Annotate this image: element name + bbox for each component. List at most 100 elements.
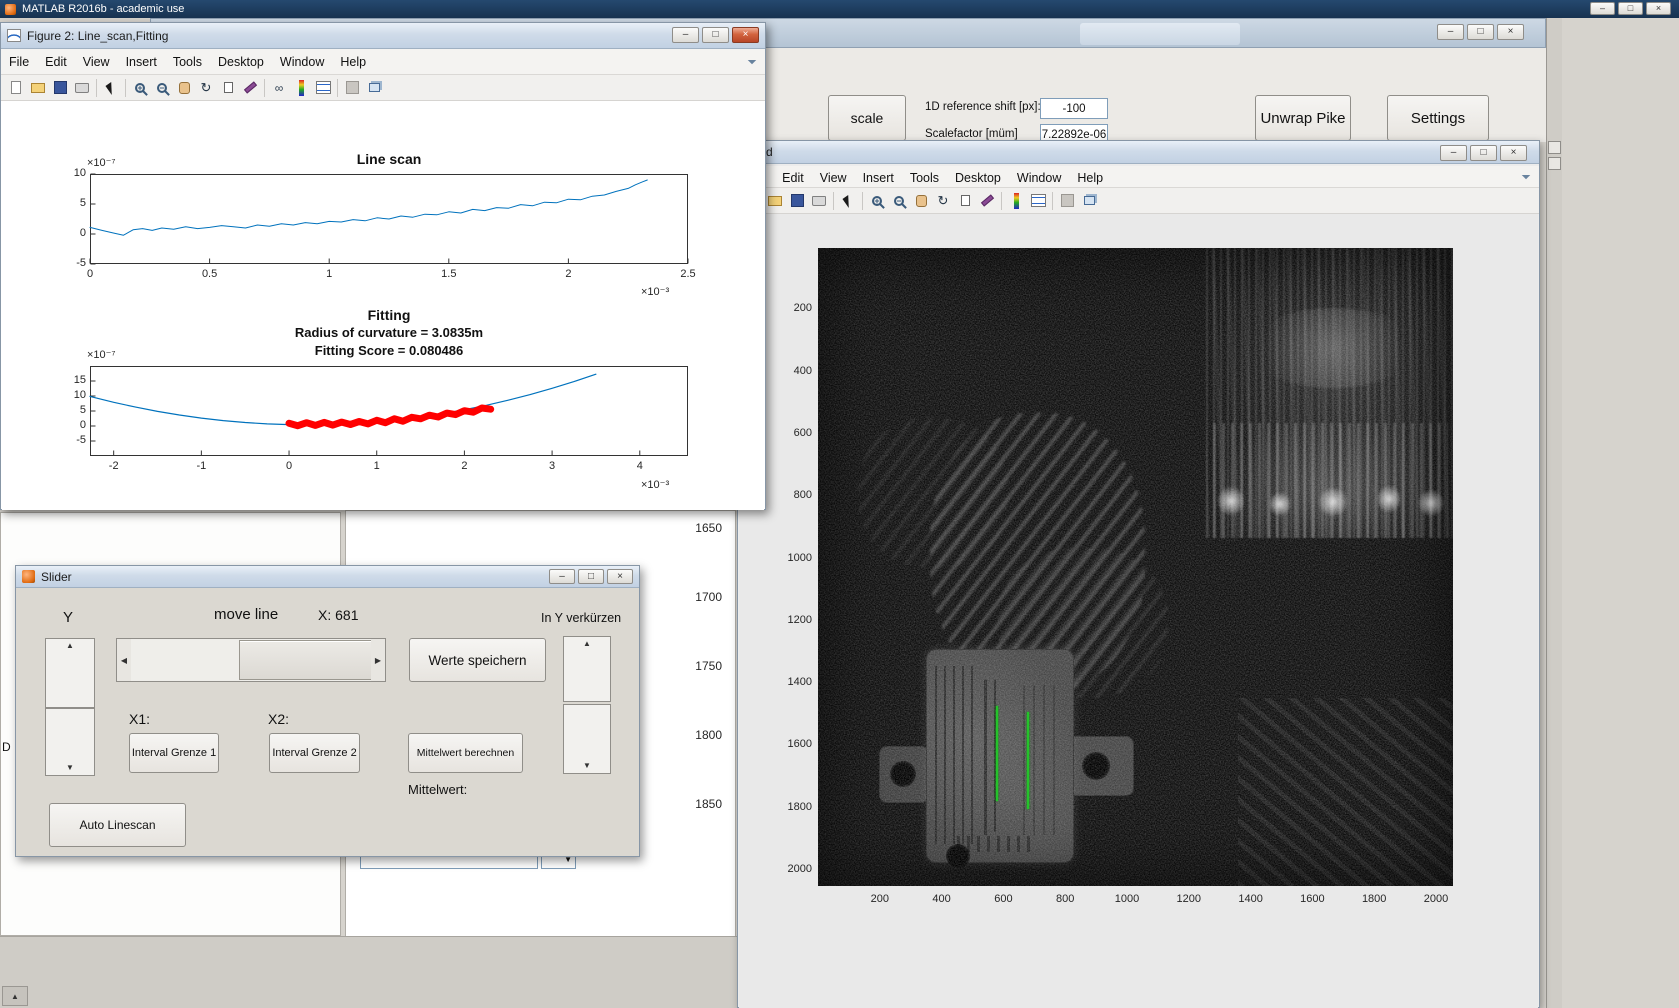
in-y-slider-up[interactable]: ▲ [563, 636, 611, 702]
data-cursor-icon[interactable] [954, 190, 976, 212]
menu-item-insert[interactable]: Insert [118, 50, 165, 75]
maximize-icon: □ [712, 29, 719, 40]
dock-icon[interactable] [363, 77, 385, 99]
taskbar-corner-button[interactable]: ▲ [2, 986, 28, 1006]
close-button[interactable]: × [732, 27, 759, 43]
plottools-icon[interactable] [1056, 190, 1078, 212]
minimize-button[interactable]: – [549, 569, 575, 584]
legend-icon[interactable] [312, 77, 334, 99]
rotate-icon[interactable]: ↻ [195, 77, 217, 99]
unwrap-pike-button[interactable]: Unwrap Pike [1255, 95, 1351, 141]
image-y-tick-label: 1800 [787, 800, 812, 813]
print-icon[interactable] [808, 190, 830, 212]
close-button[interactable]: × [1500, 145, 1527, 161]
brush-icon[interactable] [976, 190, 998, 212]
menu-item-window[interactable]: Window [272, 50, 332, 75]
maximize-button[interactable]: □ [1467, 24, 1494, 40]
zoom-in-icon[interactable] [129, 77, 151, 99]
close-button[interactable]: × [607, 569, 633, 584]
menu-item-view[interactable]: View [75, 50, 118, 75]
dock-tool-icon[interactable] [1548, 141, 1561, 154]
print-glyph [812, 195, 826, 206]
settings-button[interactable]: Settings [1387, 95, 1489, 141]
slider-right-arrow[interactable]: ▶ [371, 639, 385, 681]
save-icon[interactable] [786, 190, 808, 212]
figure-window-titlebar[interactable]: Figure 2: Line_scan,Fitting [1, 23, 765, 49]
menu-item-help[interactable]: Help [332, 50, 374, 75]
menu-item-desktop[interactable]: Desktop [210, 50, 272, 75]
toolbar-separator [264, 78, 265, 97]
menu-item-file[interactable]: File [1, 50, 37, 75]
save-icon[interactable] [49, 77, 71, 99]
open-icon[interactable] [27, 77, 49, 99]
close-button[interactable]: × [1497, 24, 1524, 40]
minimize-button[interactable]: – [1440, 145, 1467, 161]
legend-icon[interactable] [1027, 190, 1049, 212]
background-titlebar-glare [1080, 23, 1240, 45]
rotate-icon[interactable]: ↻ [932, 190, 954, 212]
cursor-icon[interactable] [837, 190, 859, 212]
plot1-y-exponent: ×10⁻⁷ [87, 157, 116, 169]
interferogram-image[interactable] [818, 248, 1453, 886]
move-line-slider[interactable]: ◀ ▶ [116, 638, 386, 682]
pan-icon[interactable] [910, 190, 932, 212]
data-cursor-icon[interactable] [217, 77, 239, 99]
auto-linescan-button[interactable]: Auto Linescan [49, 803, 186, 847]
slider-titlebar[interactable]: Slider [16, 566, 639, 588]
werte-speichern-button[interactable]: Werte speichern [409, 638, 546, 682]
matlab-main-titlebar[interactable]: MATLAB R2016b - academic use – □ × [0, 0, 1679, 18]
interval-grenze-1-button[interactable]: Interval Grenze 1 [129, 733, 219, 773]
figure-window: Figure 2: Line_scan,Fitting – □ × File Ed… [0, 22, 766, 510]
y-slider-up[interactable]: ▲ [45, 638, 95, 708]
colorbar-icon[interactable] [1005, 190, 1027, 212]
print-icon[interactable] [71, 77, 93, 99]
y-slider-down[interactable]: ▼ [45, 708, 95, 776]
ref-shift-input[interactable]: -100 [1040, 98, 1108, 119]
pan-icon[interactable] [173, 77, 195, 99]
close-button[interactable]: × [1646, 2, 1671, 15]
zoom-in-icon[interactable] [866, 190, 888, 212]
measurement-line-2[interactable] [1027, 712, 1030, 809]
toolbar-separator [1001, 191, 1002, 210]
minimize-button[interactable]: – [1437, 24, 1464, 40]
menu-item-tools[interactable]: Tools [165, 50, 210, 75]
image-y-tick-label: 1600 [787, 738, 812, 751]
dock-tool-icon[interactable] [1548, 157, 1561, 170]
maximize-icon: □ [1477, 26, 1484, 37]
interval-grenze-2-button[interactable]: Interval Grenze 2 [269, 733, 360, 773]
new-icon[interactable] [5, 77, 27, 99]
colorbar-icon[interactable] [290, 77, 312, 99]
slider-left-arrow[interactable]: ◀ [117, 639, 131, 681]
image-x-tick-label: 1400 [1238, 893, 1263, 905]
line-scan-axes [89, 173, 689, 265]
brush-icon[interactable] [239, 77, 261, 99]
zoom-out-icon[interactable] [151, 77, 173, 99]
minimize-button[interactable]: – [1590, 2, 1615, 15]
image-window-titlebar[interactable]: d [738, 141, 1539, 164]
legend-glyph [315, 81, 331, 94]
dock-icon[interactable] [1078, 190, 1100, 212]
maximize-button[interactable]: □ [1618, 2, 1643, 15]
line-scan-plot[interactable]: 0 0.5 1 1.5 2 2.5 -5 0 5 10 [74, 167, 696, 280]
maximize-button[interactable]: □ [1470, 145, 1497, 161]
cursor-glyph [104, 81, 118, 96]
zoom-out-glyph [894, 195, 904, 206]
maximize-button[interactable]: □ [578, 569, 604, 584]
image-y-tick-label: 1200 [787, 613, 812, 626]
minimize-button[interactable]: – [672, 27, 699, 43]
open-icon[interactable] [764, 190, 786, 212]
scale-button[interactable]: scale [828, 95, 906, 141]
link-icon[interactable]: ∞ [268, 77, 290, 99]
in-y-slider-down[interactable]: ▼ [563, 704, 611, 774]
fitting-plot[interactable]: -2 -1 0 1 2 3 4 -5 0 5 10 15 [74, 366, 688, 472]
measurement-line-1[interactable] [995, 705, 998, 801]
mittelwert-berechnen-button[interactable]: Mittelwert berechnen [408, 733, 523, 773]
menu-item-edit[interactable]: Edit [37, 50, 75, 75]
plottools-icon[interactable] [341, 77, 363, 99]
x2-label: X2: [268, 711, 290, 727]
image-x-tick-label: 600 [994, 893, 1013, 905]
slider-thumb[interactable] [239, 640, 373, 680]
maximize-button[interactable]: □ [702, 27, 729, 43]
zoom-out-icon[interactable] [888, 190, 910, 212]
cursor-icon[interactable] [100, 77, 122, 99]
